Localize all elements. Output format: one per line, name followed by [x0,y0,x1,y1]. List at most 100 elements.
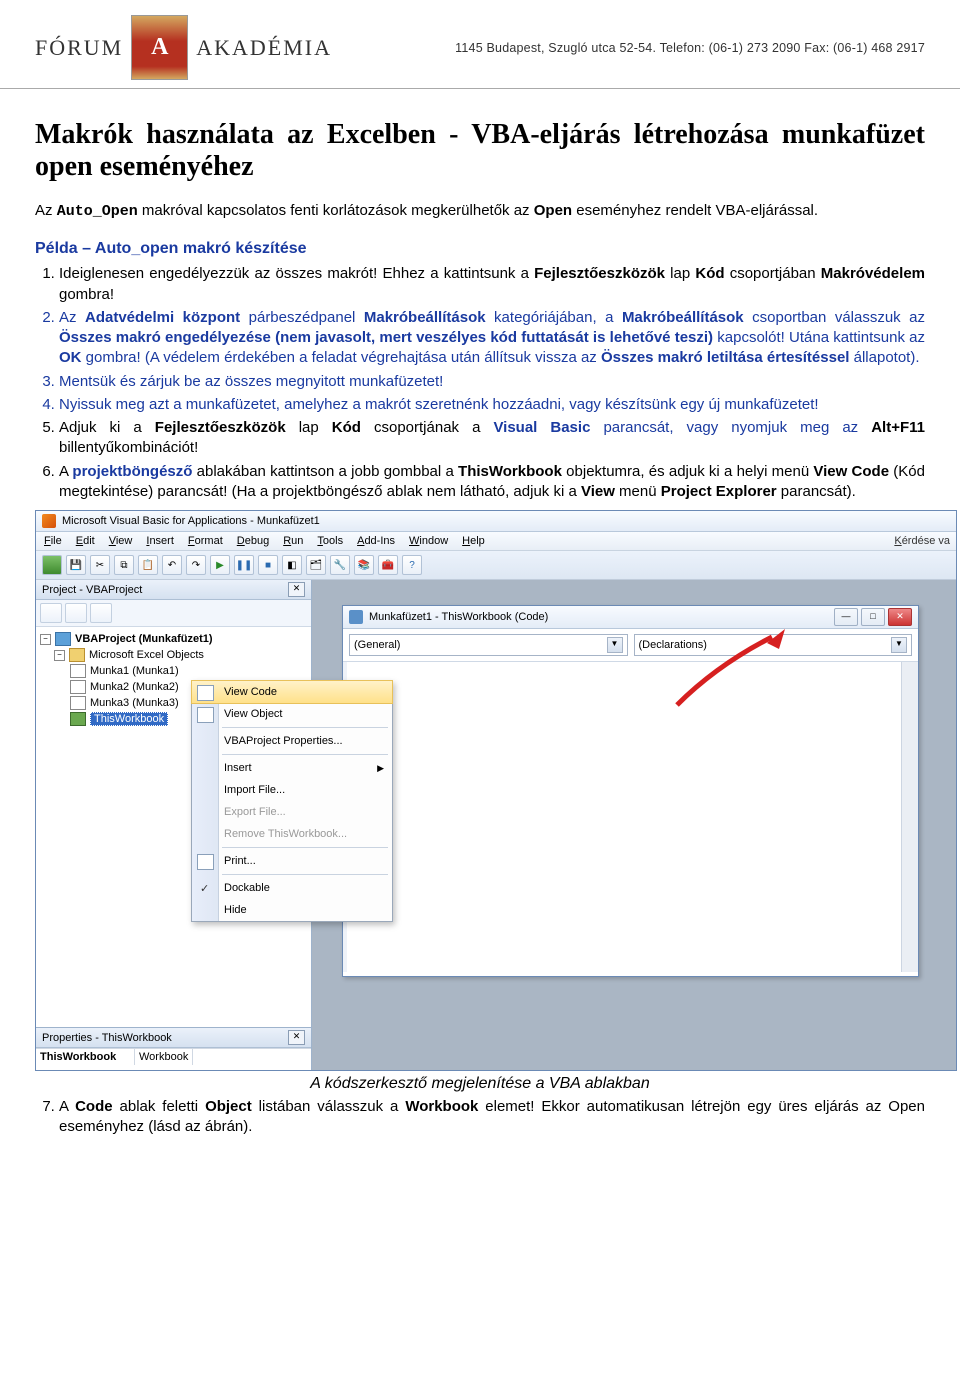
bold: projektböngésző [72,463,192,480]
bold: Workbook [405,1098,478,1115]
menu-insert[interactable]: Insert [146,535,174,547]
minimize-button[interactable]: — [834,608,858,626]
vba-ide-screenshot: Microsoft Visual Basic for Applications … [35,510,957,1071]
text: Adjuk ki a [59,419,155,436]
menu-debug[interactable]: Debug [237,535,269,547]
menu-separator [222,754,388,755]
step-1: Ideiglenesen engedélyezzük az összes mak… [59,264,925,305]
maximize-button[interactable]: □ [861,608,885,626]
code-window: Munkafüzet1 - ThisWorkbook (Code) — □ ✕ … [342,605,919,977]
text: A [59,463,72,480]
project-title-text: Project - VBAProject [42,584,142,596]
menu-print[interactable]: Print... [192,850,392,872]
code-window-icon [349,610,363,624]
bold: Makróbeállítások [622,309,744,326]
menu-item-label: VBAProject Properties... [224,735,343,747]
step-2: Az Adatvédelmi központ párbeszédpanel Ma… [59,308,925,369]
workbook-icon [70,712,86,726]
toolbar-undo-icon[interactable]: ↶ [162,555,182,575]
sheet-icon [70,664,86,678]
step-4: Nyissuk meg azt a munkafüzetet, amelyhez… [59,395,925,415]
toolbar-help-icon[interactable]: ? [402,555,422,575]
step-3: Mentsük és zárjuk be az összes megnyitot… [59,372,925,392]
tree-root[interactable]: − VBAProject (Munkafüzet1) [40,631,307,647]
panel-close-button[interactable]: ✕ [288,1030,305,1045]
logo-text-left: FÓRUM [35,35,123,61]
context-menu: View Code View Object VBAProject Propert… [191,680,393,922]
bold: Project Explorer [661,483,777,500]
window-titlebar: Microsoft Visual Basic for Applications … [36,511,956,532]
menu-hide[interactable]: Hide [192,899,392,921]
tree-sheet-1[interactable]: Munka1 (Munka1) [40,663,307,679]
toolbar-props-icon[interactable]: 🔧 [330,555,350,575]
steps-list-continued: A Code ablak feletti Object listában vál… [35,1097,925,1138]
bold: Összes makró engedélyezése (nem javasolt… [59,329,713,346]
bold: View [581,483,615,500]
page-title: Makrók használata az Excelben - VBA-eljá… [35,119,925,183]
project-panel-title: Project - VBAProject ✕ [36,580,311,600]
expander-icon[interactable]: − [40,634,51,645]
toolbar-excel-icon[interactable] [42,555,62,575]
menu-format[interactable]: Format [188,535,223,547]
menu-export-file[interactable]: Export File... [192,801,392,823]
bold: Fejlesztőeszközök [155,419,286,436]
view-object-icon[interactable] [65,603,87,623]
menu-item-label: Dockable [224,882,270,894]
toolbar-run-icon[interactable]: ▶ [210,555,230,575]
menu-help[interactable]: Help [462,535,485,547]
toolbar-save-icon[interactable]: 💾 [66,555,86,575]
chevron-down-icon[interactable]: ▼ [607,637,623,653]
chevron-down-icon[interactable]: ▼ [891,637,907,653]
toolbar-copy-icon[interactable]: ⧉ [114,555,134,575]
menu-vbaproject-props[interactable]: VBAProject Properties... [192,730,392,752]
toolbar-stop-icon[interactable]: ■ [258,555,278,575]
text: listában válasszuk a [252,1098,406,1115]
tree-folder[interactable]: − Microsoft Excel Objects [40,647,307,663]
text: Az [35,202,57,219]
toolbar-browser-icon[interactable]: 📚 [354,555,374,575]
menu-item-label: Print... [224,855,256,867]
menu-tools[interactable]: Tools [317,535,343,547]
menu-remove[interactable]: Remove ThisWorkbook... [192,823,392,845]
view-object-icon [197,707,214,723]
menu-view-code[interactable]: View Code [191,680,393,704]
toolbar-design-icon[interactable]: ◧ [282,555,302,575]
text: A [59,1098,75,1115]
menu-view-object[interactable]: View Object [192,703,392,725]
toolbar-pause-icon[interactable]: ❚❚ [234,555,254,575]
view-code-icon[interactable] [40,603,62,623]
menu-item-label: Remove ThisWorkbook... [224,828,347,840]
toggle-folders-icon[interactable] [90,603,112,623]
menu-run[interactable]: Run [283,535,303,547]
toolbar-redo-icon[interactable]: ↷ [186,555,206,575]
menu-addins[interactable]: Add-Ins [357,535,395,547]
tree-thisworkbook-label: ThisWorkbook [90,712,168,726]
toolbar-toolbox-icon[interactable]: 🧰 [378,555,398,575]
text: ablakában kattintson a jobb gombbal a [192,463,458,480]
annotation-arrow-icon [667,625,797,715]
text: csoportjában [725,265,821,282]
menu-view[interactable]: View [109,535,133,547]
text: parancsát, vagy nyomjuk meg az [590,419,871,436]
menu-item-label: Export File... [224,806,286,818]
panel-close-button[interactable]: ✕ [288,582,305,597]
check-icon: ✓ [200,882,209,895]
toolbar-paste-icon[interactable]: 📋 [138,555,158,575]
menu-item-label: Import File... [224,784,285,796]
menu-import-file[interactable]: Import File... [192,779,392,801]
object-dropdown[interactable]: (General) ▼ [349,634,628,656]
code-editor[interactable] [343,662,918,972]
bold-text: Open [534,202,572,219]
menu-edit[interactable]: Edit [76,535,95,547]
text: eseményhez rendelt VBA-eljárással. [572,202,818,219]
menu-insert[interactable]: Insert ▶ [192,757,392,779]
bold: Visual Basic [493,419,590,436]
menu-file[interactable]: File [44,535,62,547]
menu-dockable[interactable]: ✓ Dockable [192,877,392,899]
toolbar-project-icon[interactable]: 🗂 [306,555,326,575]
expander-icon[interactable]: − [54,650,65,661]
toolbar-cut-icon[interactable]: ✂ [90,555,110,575]
close-button[interactable]: ✕ [888,608,912,626]
menu-window[interactable]: Window [409,535,448,547]
vertical-scrollbar[interactable] [901,662,918,972]
